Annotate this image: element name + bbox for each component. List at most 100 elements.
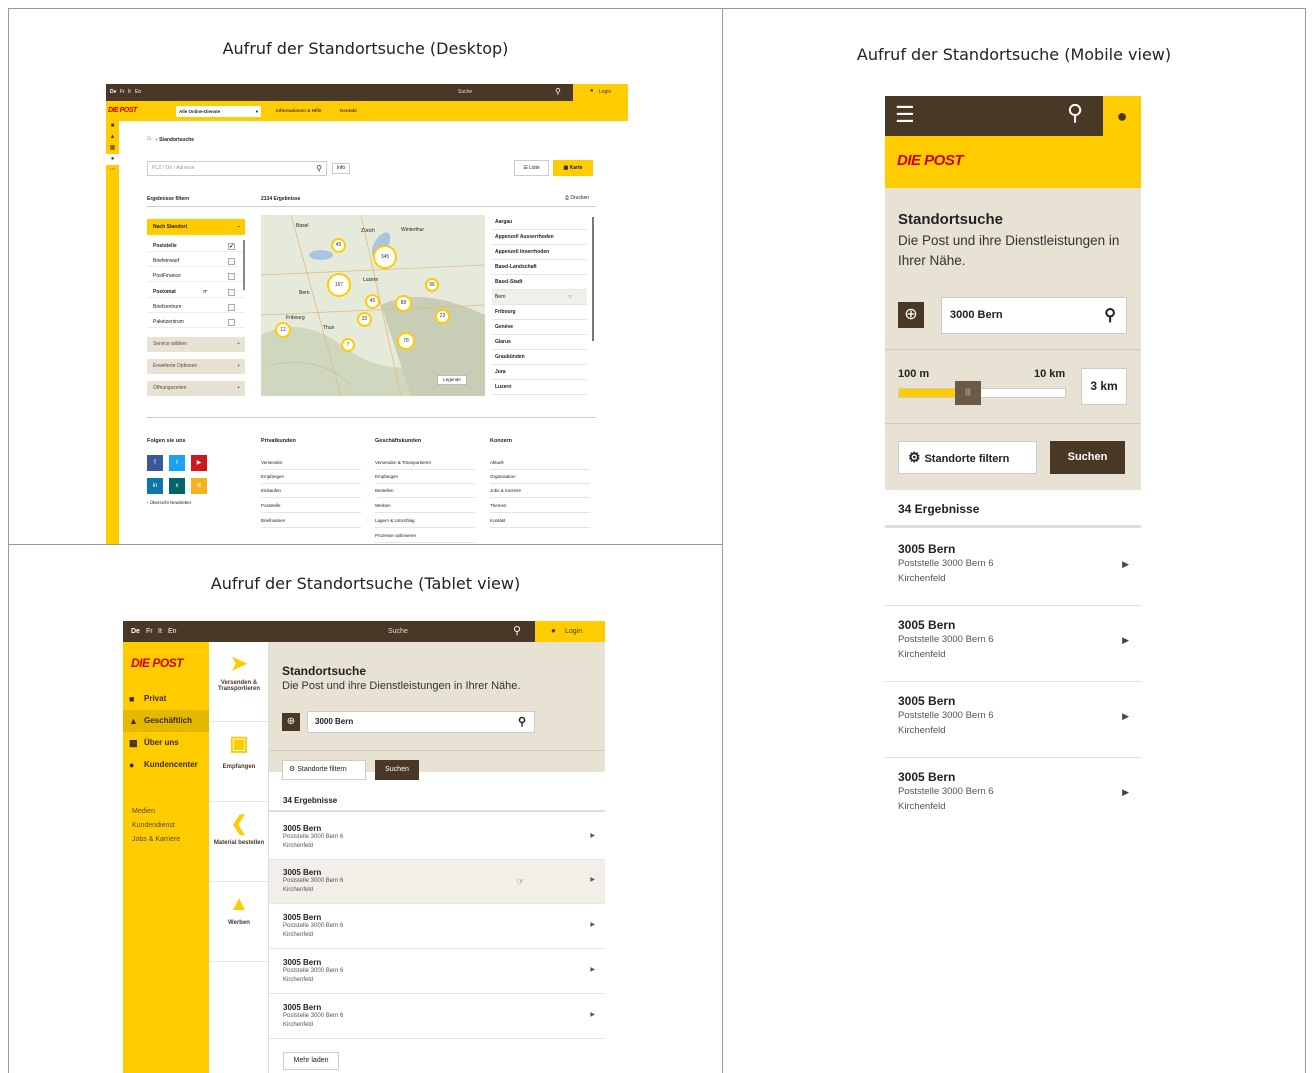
newsletter-link[interactable]: › Übersicht Newsletter [147,500,191,505]
menu-info-help[interactable]: Informationen & Hilfe [276,108,322,113]
checkbox[interactable] [228,304,235,311]
canton-item[interactable]: Fribourg [492,305,587,320]
list-view-button[interactable]: ☰ Liste [514,160,549,176]
footer-link[interactable]: Jobs & Karriere [490,484,590,498]
checkbox[interactable] [228,319,235,326]
map-legend-button[interactable]: Legende [437,375,467,385]
filter-paketzentrum[interactable]: Paketzentrum [147,316,245,328]
user-button[interactable]: ● [1103,96,1141,136]
home-icon[interactable]: ⌂ [147,135,151,142]
footer-link[interactable]: Lagern & Umschlag [375,514,475,528]
search-icon[interactable]: ⚲ [1067,100,1083,126]
top-search-field[interactable]: Suche [388,628,408,635]
map-cluster[interactable]: 23 [435,309,450,324]
mobile-search-input[interactable]: 3000 Bern ⚲ [941,297,1127,334]
search-icon[interactable]: ⚲ [555,87,561,96]
menu-contact[interactable]: Kontakt [340,108,357,113]
accordion-options[interactable]: Erweiterte Optionen + [147,359,245,374]
nav-item-kundencenter[interactable]: ● Kundencenter [123,754,209,776]
filter-button[interactable]: ⚙ Standorte filtern [898,441,1037,474]
columns-icon[interactable]: ▦ [106,143,119,154]
location-icon[interactable]: ● [106,154,119,165]
sec-item-empfangen[interactable]: ▣ Empfangen [209,722,269,802]
filter-button[interactable]: ⚙ Standorte filtern [282,760,366,780]
map-cluster[interactable]: 33 [357,312,372,327]
info-button[interactable]: Info [332,163,350,174]
building-icon[interactable]: ▲ [106,132,119,143]
result-item-hover[interactable]: 3005 Bern Poststelle 3000 Bern 6 Kirchenfe… [269,860,605,904]
rss-icon[interactable]: ≋ [191,478,207,494]
checkbox[interactable] [228,289,235,296]
canton-item[interactable]: Appenzell Ausserrhoden [492,230,587,245]
range-slider-handle[interactable]: ||| [955,381,981,405]
canton-item[interactable]: Genève [492,320,587,335]
login-button[interactable]: ● Login [535,621,605,642]
hamburger-icon[interactable]: ☰ [895,102,915,128]
result-item[interactable]: 3005 Bern Poststelle 3000 Bern 6 Kirchenfe… [885,682,1141,758]
nav-subitem[interactable]: Medien [132,808,155,815]
result-item[interactable]: 3005 Bern Poststelle 3000 Bern 6 Kirchenfe… [269,905,605,949]
map-cluster[interactable]: 78 [397,332,415,350]
footer-link[interactable]: Versenden & Transportieren [375,456,475,470]
range-slider-track[interactable]: ||| [898,381,1066,405]
footer-link[interactable]: Aktuell [490,456,590,470]
locate-button[interactable]: ⊕ [898,302,924,328]
top-search-field[interactable]: Suche [458,89,472,95]
filter-briefzentrum[interactable]: Briefzentrum [147,301,245,313]
filter-postfinance[interactable]: PostFinance [147,270,245,282]
load-more-button[interactable]: Mehr laden [283,1052,339,1070]
search-button[interactable]: Suchen [375,760,419,780]
sec-item-material[interactable]: ❮ Material bestellen [209,802,269,882]
sec-item-werben[interactable]: ▲ Werben [209,882,269,962]
footer-link[interactable]: Bestellen [375,484,475,498]
range-value-box[interactable]: 3 km [1081,368,1127,405]
canton-scrollbar[interactable] [592,217,594,341]
nav-item-geschaeftlich[interactable]: ▲ Geschäftlich [123,710,209,732]
nav-item-ueber-uns[interactable]: ▦ Über uns [123,732,209,754]
lang-de[interactable]: De [110,89,116,95]
map-cluster[interactable]: 7 [341,338,355,352]
accordion-service[interactable]: Service wählen + [147,337,245,352]
footer-link[interactable]: Empfangen [375,470,475,484]
map-cluster[interactable]: 45 [365,294,380,309]
canton-item[interactable]: Aargau [492,215,587,230]
footer-link[interactable]: Einkaufen [261,484,361,498]
search-icon[interactable]: ⚲ [513,624,521,637]
locate-button[interactable]: ⊕ [282,713,300,731]
youtube-icon[interactable]: ▶ [191,455,207,471]
checkbox[interactable] [228,258,235,265]
map-cluster[interactable]: 12 [275,322,291,338]
result-item[interactable]: 3005 Bern Poststelle 3000 Bern 6 Kirchenfe… [885,758,1141,819]
services-dropdown[interactable]: Alle Online-Dienste ▾ [176,106,261,117]
checkbox-checked[interactable]: ✓ [228,243,235,250]
footer-link[interactable]: Kontakt [490,514,590,528]
linkedin-icon[interactable]: in [147,478,163,494]
facebook-icon[interactable]: f [147,455,163,471]
canton-item[interactable]: Glarus [492,335,587,350]
canton-item[interactable]: Appenzell Innerrhoden [492,245,587,260]
footer-link[interactable]: Briefmarken [261,514,361,528]
footer-link[interactable]: Versenden [261,456,361,470]
result-item[interactable]: 3005 Bern Poststelle 3000 Bern 6 Kirchenfe… [885,530,1141,606]
print-button[interactable]: ⎙ Drucken [565,195,589,201]
footer-link[interactable]: Werben [375,499,475,513]
accordion-hours[interactable]: Öffnungszeiten + [147,381,245,396]
lang-it[interactable]: It [158,628,162,635]
filter-poststelle[interactable]: Poststelle ✓ [147,240,245,252]
search-button[interactable]: Suchen [1050,441,1125,474]
map-cluster[interactable]: 345 [373,245,397,269]
lang-it[interactable]: It [128,89,131,95]
twitter-icon[interactable]: t [169,455,185,471]
map-cluster[interactable]: 45 [331,238,346,253]
nav-subitem[interactable]: Jobs & Karriere [132,836,180,843]
login-button[interactable]: ● Login [573,84,628,101]
lang-en[interactable]: En [135,89,141,95]
map-cluster[interactable]: 96 [425,278,439,292]
checkbox[interactable] [228,273,235,280]
canton-item[interactable]: Luzern [492,380,587,395]
footer-link[interactable]: Prozesse optimieren [375,529,475,543]
result-item[interactable]: 3005 Bern Poststelle 3000 Bern 6 Kirchenfe… [269,950,605,994]
desktop-search-input[interactable]: PLZ / Ort / Adresse ⚲ [147,161,327,176]
filter-postomat[interactable]: Postomat ☞ [147,286,245,298]
footer-link[interactable]: Poststelle [261,499,361,513]
